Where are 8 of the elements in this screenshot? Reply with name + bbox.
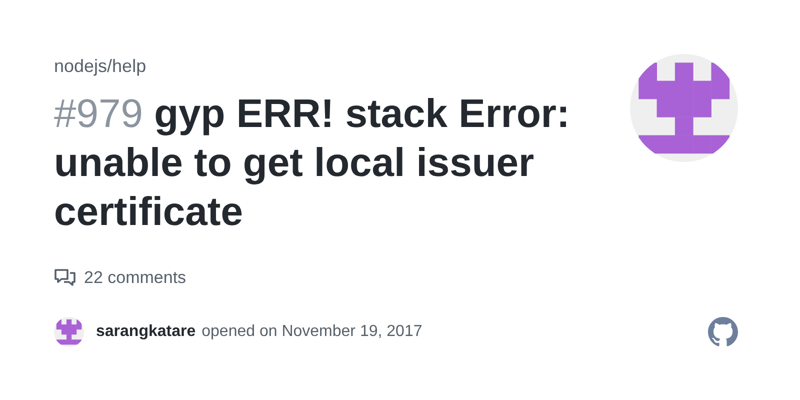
repository-name: nodejs/help xyxy=(54,55,148,78)
comment-count: 22 comments xyxy=(84,267,186,289)
author-name: sarangkatare xyxy=(96,322,196,342)
opened-date: opened on November 19, 2017 xyxy=(202,322,422,342)
issue-title: #979 gyp ERR! stack Error: unable to get local issuer certificate xyxy=(54,91,571,236)
octocat-logo-icon xyxy=(708,316,738,346)
author-avatar xyxy=(54,316,84,346)
comments-icon xyxy=(54,268,76,288)
